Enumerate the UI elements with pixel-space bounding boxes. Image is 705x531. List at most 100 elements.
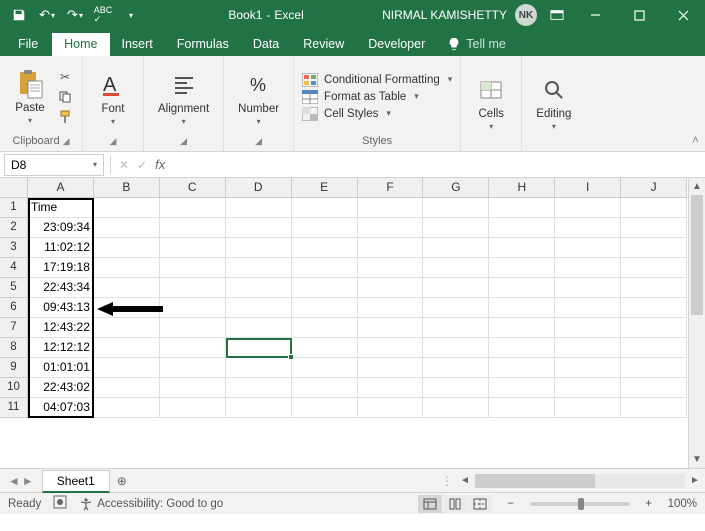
cell[interactable] xyxy=(94,318,160,338)
cell[interactable] xyxy=(292,258,358,278)
page-break-view-button[interactable] xyxy=(468,495,492,513)
alignment-dialog-launcher[interactable]: ◢ xyxy=(180,136,187,147)
cell[interactable] xyxy=(423,198,489,218)
cell[interactable] xyxy=(621,338,687,358)
user-avatar[interactable]: NK xyxy=(515,4,537,26)
cell[interactable] xyxy=(555,338,621,358)
cell[interactable] xyxy=(160,298,226,318)
cell[interactable] xyxy=(555,378,621,398)
cell[interactable] xyxy=(489,338,555,358)
tab-insert[interactable]: Insert xyxy=(110,33,165,56)
cell[interactable] xyxy=(358,278,424,298)
new-sheet-button[interactable]: ⊕ xyxy=(110,474,134,488)
cell[interactable] xyxy=(423,378,489,398)
column-header[interactable]: A xyxy=(28,178,94,197)
tab-developer[interactable]: Developer xyxy=(356,33,437,56)
cancel-formula-button[interactable]: ✕ xyxy=(119,158,129,172)
cell[interactable] xyxy=(292,318,358,338)
cell[interactable] xyxy=(555,298,621,318)
column-header[interactable]: C xyxy=(160,178,226,197)
cell[interactable] xyxy=(292,218,358,238)
cell[interactable] xyxy=(94,298,160,318)
undo-button[interactable]: ↶ ▾ xyxy=(34,3,60,27)
cell[interactable] xyxy=(621,298,687,318)
cell[interactable] xyxy=(423,398,489,418)
row-header[interactable]: 1 xyxy=(0,198,27,218)
format-painter-button[interactable] xyxy=(56,109,74,125)
cell[interactable] xyxy=(423,338,489,358)
cell[interactable]: 11:02:12 xyxy=(28,238,94,258)
cell[interactable] xyxy=(160,338,226,358)
column-header[interactable]: G xyxy=(423,178,489,197)
row-header[interactable]: 2 xyxy=(0,218,27,238)
name-box[interactable]: D8 ▾ xyxy=(4,154,104,176)
cell[interactable] xyxy=(292,198,358,218)
row-header[interactable]: 6 xyxy=(0,298,27,318)
zoom-in-button[interactable]: + xyxy=(642,498,656,510)
number-dialog-launcher[interactable]: ◢ xyxy=(255,136,262,147)
scroll-thumb[interactable] xyxy=(691,195,703,315)
cut-button[interactable]: ✂ xyxy=(56,69,74,85)
paste-button[interactable]: Paste ▾ xyxy=(8,66,52,127)
scroll-left-button[interactable]: ◄ xyxy=(457,475,473,486)
cell[interactable] xyxy=(423,278,489,298)
font-dialog-launcher[interactable]: ◢ xyxy=(110,136,117,147)
cell[interactable]: 09:43:13 xyxy=(28,298,94,318)
row-header[interactable]: 10 xyxy=(0,378,27,398)
cell[interactable] xyxy=(555,398,621,418)
macro-record-button[interactable] xyxy=(53,495,67,512)
accessibility-status[interactable]: Accessibility: Good to go xyxy=(79,497,223,511)
redo-button[interactable]: ↷ ▾ xyxy=(62,3,88,27)
sheet-nav-prev[interactable]: ◄ xyxy=(8,474,20,488)
conditional-formatting-button[interactable]: Conditional Formatting▾ xyxy=(302,73,452,87)
cell[interactable] xyxy=(160,358,226,378)
sheet-nav-next[interactable]: ► xyxy=(22,474,34,488)
cell[interactable]: 04:07:03 xyxy=(28,398,94,418)
cell[interactable] xyxy=(358,378,424,398)
cell[interactable]: 23:09:34 xyxy=(28,218,94,238)
cell[interactable] xyxy=(160,238,226,258)
tell-me[interactable]: Tell me xyxy=(437,33,516,56)
tab-review[interactable]: Review xyxy=(291,33,356,56)
cell[interactable] xyxy=(555,258,621,278)
copy-button[interactable] xyxy=(56,89,74,105)
cell[interactable] xyxy=(358,318,424,338)
row-header[interactable]: 3 xyxy=(0,238,27,258)
alignment-button[interactable]: Alignment ▾ xyxy=(152,67,215,128)
cell[interactable] xyxy=(555,278,621,298)
cell[interactable] xyxy=(94,398,160,418)
tab-formulas[interactable]: Formulas xyxy=(165,33,241,56)
cell[interactable] xyxy=(489,198,555,218)
cell[interactable] xyxy=(423,258,489,278)
cell[interactable] xyxy=(226,258,292,278)
cell[interactable] xyxy=(358,398,424,418)
cell[interactable] xyxy=(489,398,555,418)
cell[interactable] xyxy=(226,398,292,418)
cell[interactable]: Time xyxy=(28,198,94,218)
cell[interactable] xyxy=(555,238,621,258)
column-header[interactable]: F xyxy=(358,178,424,197)
cell[interactable] xyxy=(292,298,358,318)
cell[interactable] xyxy=(94,238,160,258)
cell[interactable] xyxy=(358,338,424,358)
cell[interactable] xyxy=(358,238,424,258)
cell[interactable] xyxy=(423,318,489,338)
cell[interactable] xyxy=(292,238,358,258)
ribbon-display-options-button[interactable] xyxy=(545,3,569,27)
format-as-table-button[interactable]: Format as Table▾ xyxy=(302,90,452,104)
font-button[interactable]: A Font ▾ xyxy=(91,67,135,128)
cell[interactable] xyxy=(621,258,687,278)
cells-area[interactable]: Time23:09:3411:02:1217:19:1822:43:3409:4… xyxy=(28,198,687,468)
cell[interactable] xyxy=(555,318,621,338)
formula-input[interactable] xyxy=(171,154,705,176)
cell[interactable] xyxy=(160,218,226,238)
cell[interactable] xyxy=(292,358,358,378)
maximize-button[interactable] xyxy=(617,0,661,30)
cell[interactable] xyxy=(489,298,555,318)
cell[interactable] xyxy=(621,318,687,338)
cell[interactable] xyxy=(489,378,555,398)
spellcheck-button[interactable]: ABC✓ xyxy=(90,3,116,27)
cell[interactable] xyxy=(489,278,555,298)
zoom-slider[interactable] xyxy=(530,502,630,506)
cell[interactable] xyxy=(358,298,424,318)
